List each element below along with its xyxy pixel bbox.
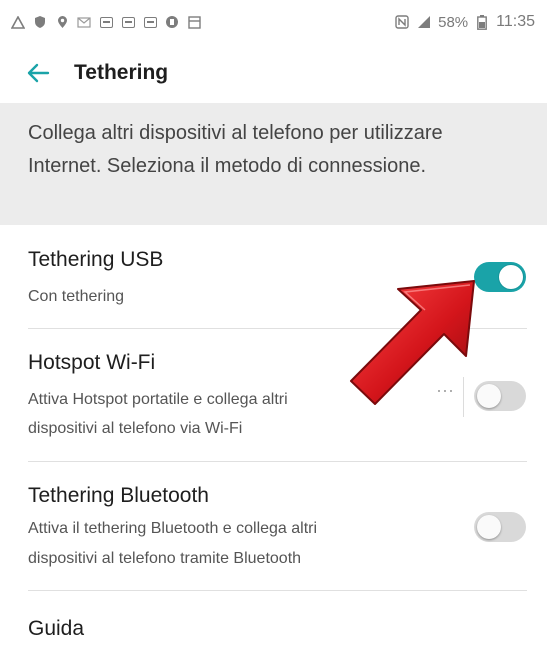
back-arrow-icon[interactable] [26, 63, 52, 83]
status-bar: 58% 11:35 [0, 0, 547, 44]
tethering-usb-title: Tethering USB [28, 248, 164, 271]
list-item-guida[interactable]: Guida [0, 591, 547, 662]
tethering-usb-subtitle: Con tethering [28, 288, 125, 305]
guida-title: Guida [28, 617, 85, 640]
warning-icon [10, 14, 26, 30]
shield-icon [32, 14, 48, 30]
page-title: Tethering [74, 61, 169, 84]
tethering-bluetooth-title: Tethering Bluetooth [28, 484, 209, 507]
hotspot-wifi-subtitle-line1: Attiva Hotspot portatile e collega altri [28, 391, 288, 408]
location-icon [54, 14, 70, 30]
list-item-tethering-bluetooth[interactable]: Tethering Bluetooth Attiva il tethering … [0, 462, 547, 590]
vertical-separator [463, 377, 464, 417]
list-item-tethering-usb[interactable]: Tethering USB Con tethering [0, 226, 547, 328]
tethering-bluetooth-subtitle-line2: dispositivi al telefono tramite Bluetoot… [28, 550, 302, 567]
hotspot-wifi-subtitle-line2: dispositivi al telefono via Wi-Fi [28, 420, 243, 437]
message-icon [76, 14, 92, 30]
toggle-knob [477, 384, 501, 408]
battery-icon [474, 14, 490, 30]
info-banner: Collega altri dispositivi al telefono pe… [0, 103, 547, 225]
gallery-icon [98, 14, 114, 30]
battery-percentage: 58% [438, 13, 469, 31]
screenshot-icon [186, 14, 202, 30]
vpn-icon [164, 14, 180, 30]
system-icons: 58% 11:35 [394, 13, 535, 31]
app-bar: Tethering [0, 44, 547, 102]
tethering-bluetooth-toggle[interactable] [474, 512, 526, 542]
toggle-knob [477, 515, 501, 539]
clock: 11:35 [496, 13, 535, 30]
toggle-knob [499, 265, 523, 289]
list-item-hotspot-wifi[interactable]: Hotspot Wi-Fi Attiva Hotspot portatile e… [0, 329, 547, 461]
hotspot-wifi-title: Hotspot Wi-Fi [28, 351, 156, 374]
hotspot-wifi-toggle[interactable] [474, 381, 526, 411]
tethering-usb-toggle[interactable] [474, 262, 526, 292]
gallery-icon [120, 14, 136, 30]
signal-icon [416, 14, 432, 30]
more-options-icon[interactable]: ⋯ [436, 381, 455, 402]
tethering-bluetooth-subtitle-line1: Attiva il tethering Bluetooth e collega … [28, 520, 318, 537]
gallery-icon [142, 14, 158, 30]
notification-icons [10, 14, 202, 30]
nfc-icon [394, 14, 410, 30]
